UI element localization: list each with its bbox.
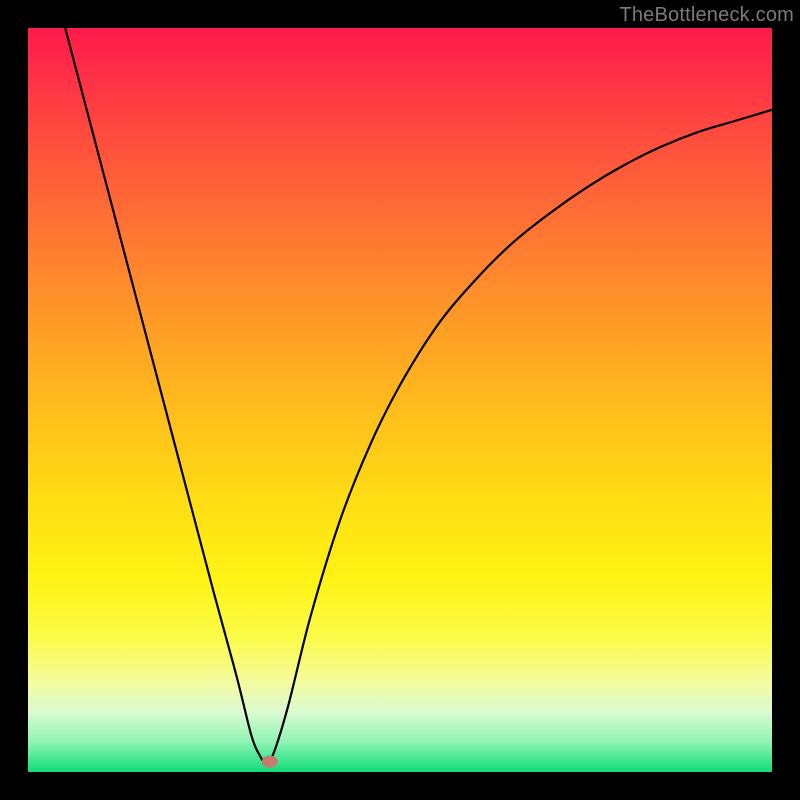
chart-svg <box>28 28 772 772</box>
watermark-text: TheBottleneck.com <box>619 4 794 27</box>
bottleneck-curve <box>65 28 772 763</box>
minimum-marker <box>262 756 278 768</box>
